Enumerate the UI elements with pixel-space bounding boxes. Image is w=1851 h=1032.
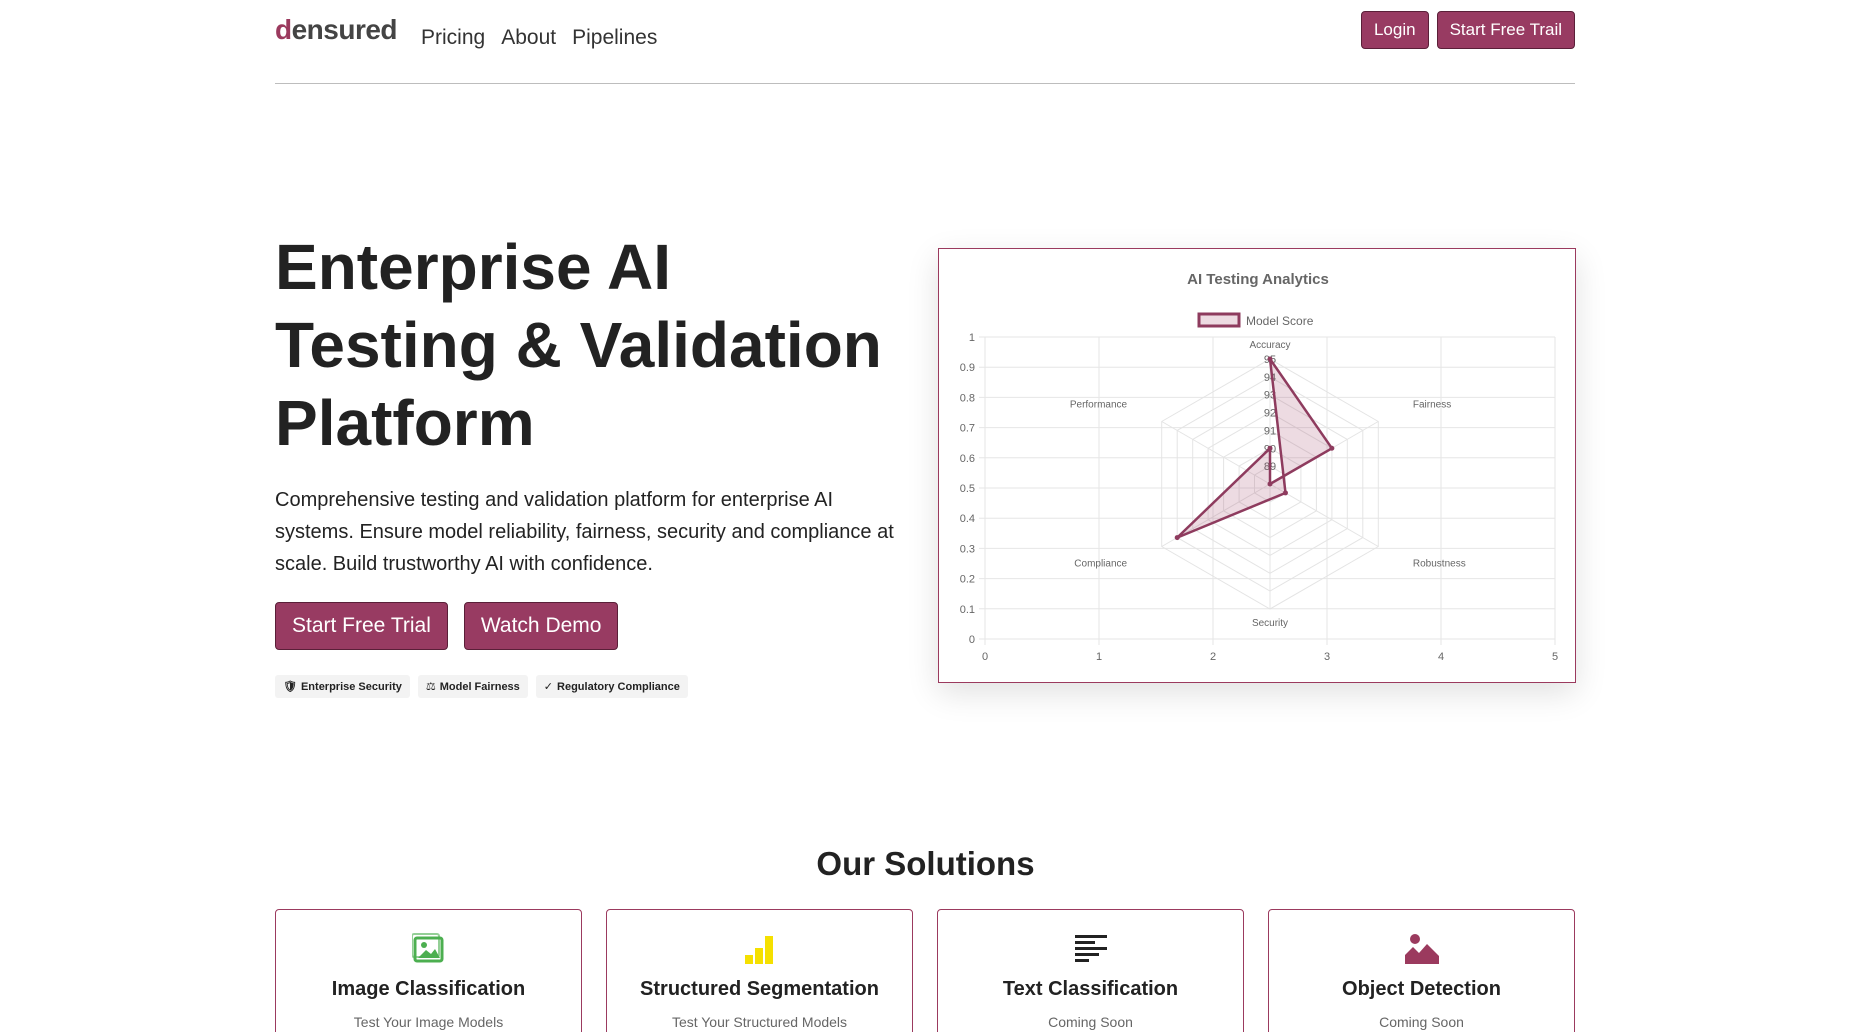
x-tick-label: 3 — [1324, 651, 1330, 663]
card-subtitle: Coming Soon — [1048, 1014, 1133, 1030]
data-point — [1174, 535, 1180, 541]
logo-text: ensured — [291, 14, 398, 45]
hero-actions: Start Free Trial Watch Demo — [275, 602, 619, 650]
solution-card-object-detection[interactable]: Object Detection Coming Soon — [1268, 909, 1575, 1032]
y-tick-label: 0.4 — [960, 513, 975, 525]
y-tick-label: 0.5 — [960, 483, 975, 495]
card-title: Object Detection — [1342, 978, 1501, 1000]
radar-axis-label: Robustness — [1413, 559, 1466, 570]
radar-axis-label: Security — [1252, 618, 1288, 629]
card-title: Structured Segmentation — [640, 978, 879, 1000]
analytics-chart-card: AI Testing Analytics Model Score 1 0.9 0.8 0.… — [938, 248, 1576, 683]
login-button[interactable]: Login — [1360, 11, 1429, 49]
hero-title-line: Platform — [275, 387, 535, 459]
feature-badges: 🛡 Enterprise Security ⚖ Model Fairness ✓… — [275, 675, 688, 698]
radar-axis-label: Accuracy — [1249, 340, 1290, 351]
nav-links: Pricing About Pipelines — [421, 26, 657, 50]
logo-mark: d — [275, 14, 292, 45]
bar-chart-icon — [744, 936, 773, 964]
badge-label: Regulatory Compliance — [557, 680, 680, 693]
solution-card-structured-segmentation[interactable]: Structured Segmentation Test Your Struct… — [606, 909, 913, 1032]
data-point — [1282, 490, 1288, 496]
x-tick-label: 1 — [1096, 651, 1102, 663]
badge-label: Model Fairness — [439, 680, 520, 693]
y-tick-label: 0.1 — [960, 604, 975, 616]
watch-demo-button[interactable]: Watch Demo — [463, 602, 619, 650]
top-nav: densured Pricing About Pipelines Login S… — [275, 0, 1575, 84]
solution-card-image-classification[interactable]: Image Classification Test Your Image Mod… — [275, 909, 582, 1032]
solutions-title: Our Solutions — [816, 845, 1035, 882]
radar-chart: AI Testing Analytics Model Score 1 0.9 0.8 0.… — [960, 271, 1558, 663]
header-start-trial-button[interactable]: Start Free Trail — [1436, 11, 1575, 49]
badge-regulatory-compliance: ✓ Regulatory Compliance — [535, 675, 688, 698]
radar-axis-label: Performance — [1070, 400, 1128, 411]
x-tick-label: 5 — [1552, 651, 1558, 663]
card-title: Image Classification — [331, 978, 526, 1000]
chart-title: AI Testing Analytics — [1187, 271, 1329, 288]
radar-axis-label: Fairness — [1413, 400, 1451, 411]
nav-pricing-link[interactable]: Pricing — [421, 26, 485, 50]
shield-icon: 🛡 — [283, 681, 297, 693]
image-icon — [411, 933, 443, 963]
solution-card-text-classification[interactable]: Text Classification Coming Soon — [937, 909, 1244, 1032]
y-tick-label: 0.2 — [960, 574, 975, 586]
page: densured Pricing About Pipelines Login S… — [0, 0, 1851, 1032]
hero-title-line: Testing & Validation — [275, 309, 882, 381]
solutions-cards: Image Classification Test Your Image Mod… — [275, 909, 1575, 1032]
nav-pipelines-link[interactable]: Pipelines — [572, 26, 657, 50]
landscape-icon — [1404, 934, 1439, 964]
badge-label: Enterprise Security — [300, 680, 402, 693]
x-tick-label: 2 — [1210, 651, 1216, 663]
data-point — [1267, 445, 1273, 451]
data-point — [1329, 445, 1335, 451]
card-title: Text Classification — [1002, 978, 1179, 1000]
hero-title: Enterprise AI Testing & Validation Platf… — [275, 228, 915, 462]
card-subtitle: Test Your Image Models — [353, 1014, 504, 1030]
data-point — [1267, 356, 1273, 362]
badge-model-fairness: ⚖ Model Fairness — [417, 675, 528, 698]
data-point — [1267, 481, 1273, 487]
card-subtitle: Coming Soon — [1379, 1014, 1464, 1030]
y-tick-label: 0 — [969, 634, 975, 646]
text-lines-icon — [1074, 935, 1107, 962]
radar-axis-label: Compliance — [1074, 559, 1127, 570]
logo[interactable]: densured — [275, 14, 398, 46]
hero-title-line: Enterprise AI — [275, 231, 671, 303]
card-subtitle: Test Your Structured Models — [671, 1014, 848, 1030]
start-free-trial-button[interactable]: Start Free Trial — [275, 602, 448, 650]
badge-enterprise-security: 🛡 Enterprise Security — [275, 675, 410, 698]
y-tick-label: 0.7 — [960, 423, 975, 435]
hero-description: Comprehensive testing and validation pla… — [275, 489, 894, 575]
radial-tick-label: 92 — [1264, 408, 1276, 420]
check-icon: ✓ — [543, 681, 554, 693]
legend-label: Model Score — [1246, 314, 1314, 328]
y-tick-label: 0.9 — [960, 362, 975, 374]
x-tick-label: 4 — [1438, 651, 1444, 663]
x-tick-label: 0 — [982, 651, 988, 663]
nav-about-link[interactable]: About — [501, 26, 556, 50]
y-tick-label: 1 — [969, 332, 975, 344]
header-actions: Login Start Free Trail — [1360, 11, 1575, 49]
y-tick-label: 0.6 — [960, 453, 975, 465]
scale-icon: ⚖ — [425, 681, 436, 693]
radial-tick-label: 91 — [1264, 425, 1276, 437]
y-tick-label: 0.8 — [960, 392, 975, 404]
legend-swatch — [1197, 312, 1241, 328]
y-tick-label: 0.3 — [960, 543, 975, 555]
